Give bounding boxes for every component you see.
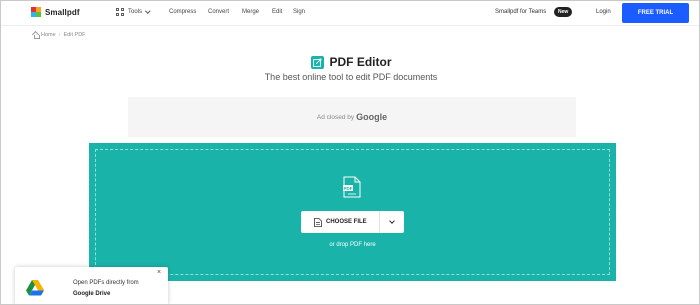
choose-file-button[interactable]: CHOOSE FILE xyxy=(301,211,379,233)
nav-edit[interactable]: Edit xyxy=(272,9,282,15)
tools-label: Tools xyxy=(128,9,143,15)
ad-placeholder: Ad closed by Google xyxy=(128,97,576,137)
tools-menu[interactable]: Tools xyxy=(116,8,151,16)
choose-file-label: CHOOSE FILE xyxy=(326,219,367,225)
upload-file-icon xyxy=(314,217,322,227)
edit-icon xyxy=(310,55,324,69)
ad-text: Ad closed by xyxy=(316,113,355,121)
google-drive-toast[interactable]: Open PDFs directly from Google Drive xyxy=(15,267,168,304)
free-trial-button[interactable]: FREE TRIAL xyxy=(622,3,689,23)
teams-link[interactable]: Smallpdf for Teams xyxy=(495,9,546,15)
choose-file-dropdown[interactable] xyxy=(380,211,404,233)
top-navbar: Smallpdf Tools Compress Convert Merge Ed… xyxy=(1,1,699,26)
page-subtitle: The best online tool to edit PDF documen… xyxy=(264,72,438,82)
nav-merge[interactable]: Merge xyxy=(242,9,259,15)
login-link[interactable]: Login xyxy=(596,9,611,15)
home-icon xyxy=(32,32,40,39)
google-drive-icon xyxy=(26,280,44,296)
nav-sign[interactable]: Sign xyxy=(293,9,305,15)
breadcrumb-current: Edit PDF xyxy=(63,32,86,38)
nav-compress[interactable]: Compress xyxy=(169,9,196,15)
grid-icon xyxy=(116,8,124,16)
page-heading: PDF Editor xyxy=(1,55,699,69)
breadcrumb-home[interactable]: Home xyxy=(41,32,56,38)
brand-logo[interactable]: Smallpdf xyxy=(31,7,80,18)
toast-service-name: Google Drive xyxy=(73,291,111,297)
chevron-down-icon xyxy=(145,8,151,14)
breadcrumb-separator: › xyxy=(58,32,61,38)
pdf-file-icon: PDF xyxy=(343,176,361,198)
toast-message: Open PDFs directly from xyxy=(73,280,139,286)
close-icon[interactable]: × xyxy=(157,269,161,276)
page-title: PDF Editor xyxy=(329,55,392,69)
choose-file-control: CHOOSE FILE xyxy=(301,211,404,233)
smallpdf-logo-icon xyxy=(31,7,41,18)
svg-text:PDF: PDF xyxy=(344,186,353,191)
breadcrumb: Home › Edit PDF xyxy=(32,32,86,39)
nav-convert[interactable]: Convert xyxy=(208,9,229,15)
new-badge: New xyxy=(554,7,573,17)
chevron-down-icon xyxy=(389,217,395,224)
brand-name: Smallpdf xyxy=(45,8,80,17)
app-window: Smallpdf Tools Compress Convert Merge Ed… xyxy=(0,0,700,305)
ad-brand: Google xyxy=(356,112,388,122)
drop-hint: or drop PDF here xyxy=(329,242,376,248)
